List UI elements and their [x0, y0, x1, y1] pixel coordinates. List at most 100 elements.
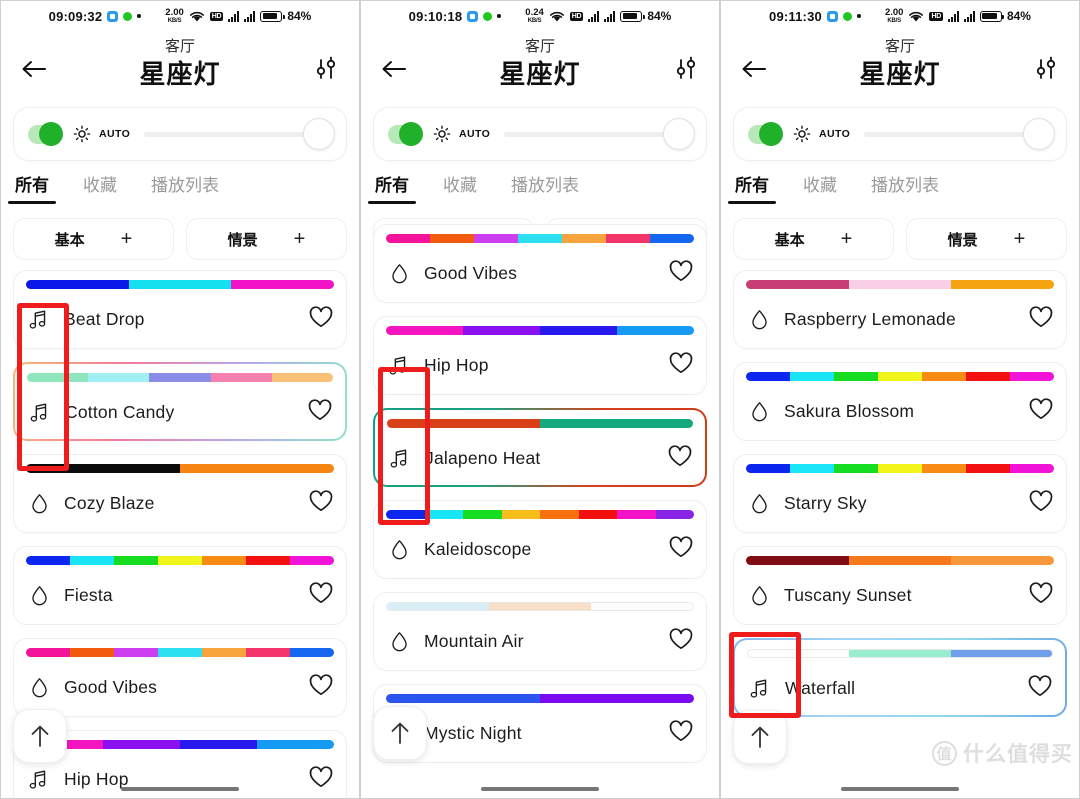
favorite-heart-icon[interactable] — [308, 581, 334, 605]
scene-card[interactable]: Fiesta — [13, 546, 347, 625]
settings-button[interactable] — [669, 49, 703, 89]
scene-card[interactable]: Starry Sky — [733, 454, 1067, 533]
favorite-heart-icon[interactable] — [668, 627, 694, 651]
color-segment — [114, 556, 158, 565]
scene-card[interactable]: Mountain Air — [373, 592, 707, 671]
scene-card[interactable]: Kaleidoscope — [373, 500, 707, 579]
signal-icon-1 — [588, 10, 600, 22]
brightness-slider[interactable] — [864, 118, 1055, 150]
tab-favorites[interactable]: 收藏 — [803, 171, 837, 204]
favorite-button[interactable] — [308, 673, 334, 702]
favorite-button[interactable] — [308, 765, 334, 794]
status-time: 09:11:30 — [769, 8, 822, 24]
tab-playlist[interactable]: 播放列表 — [871, 171, 939, 204]
favorite-button[interactable] — [668, 351, 694, 380]
favorite-button[interactable] — [668, 627, 694, 656]
favorite-heart-icon[interactable] — [308, 765, 334, 789]
tab-favorites[interactable]: 收藏 — [83, 171, 117, 204]
color-segment — [474, 234, 518, 243]
favorite-button[interactable] — [1028, 489, 1054, 518]
favorite-heart-icon[interactable] — [307, 398, 333, 422]
scroll-to-top-button[interactable] — [13, 709, 67, 763]
color-segment — [746, 556, 798, 565]
favorite-button[interactable] — [1028, 581, 1054, 610]
favorite-heart-icon[interactable] — [668, 535, 694, 559]
favorite-button[interactable] — [668, 259, 694, 288]
scene-color-bar — [386, 510, 694, 519]
favorite-button[interactable] — [667, 444, 693, 473]
brightness-slider[interactable] — [144, 118, 335, 150]
scene-card[interactable]: Cotton Candy — [13, 362, 347, 441]
favorite-button[interactable] — [307, 398, 333, 427]
tab-bar: 所有 收藏 播放列表 — [721, 171, 1079, 204]
scene-card[interactable]: Sakura Blossom — [733, 362, 1067, 441]
color-segment — [540, 603, 591, 610]
scroll-to-top-button[interactable] — [733, 710, 787, 764]
scene-card[interactable]: Tuscany Sunset — [733, 546, 1067, 625]
status-bar: 09:11:30 2.00 KB/S HD 84% — [721, 1, 1079, 31]
favorite-button[interactable] — [308, 305, 334, 334]
favorite-heart-icon[interactable] — [308, 489, 334, 513]
tab-favorites[interactable]: 收藏 — [443, 171, 477, 204]
favorite-button[interactable] — [1028, 305, 1054, 334]
favorite-heart-icon[interactable] — [668, 351, 694, 375]
power-toggle[interactable] — [28, 122, 63, 146]
favorite-heart-icon[interactable] — [308, 305, 334, 329]
favorite-heart-icon[interactable] — [1027, 674, 1053, 698]
plus-icon[interactable]: + — [121, 229, 133, 249]
chip-basic[interactable]: 基本 + — [733, 218, 894, 260]
color-segment — [27, 373, 89, 382]
scroll-to-top-button[interactable] — [373, 706, 427, 760]
music-note-icon — [26, 307, 52, 333]
scene-card[interactable]: Hip Hop — [373, 316, 707, 395]
back-button[interactable] — [17, 49, 51, 89]
chip-basic[interactable]: 基本 + — [13, 218, 174, 260]
scene-card[interactable]: Jalapeno Heat — [373, 408, 707, 487]
power-toggle[interactable] — [748, 122, 783, 146]
favorite-heart-icon[interactable] — [667, 444, 693, 468]
scene-card[interactable]: Cozy Blaze — [13, 454, 347, 533]
favorite-heart-icon[interactable] — [1028, 581, 1054, 605]
favorite-button[interactable] — [308, 581, 334, 610]
settings-button[interactable] — [309, 49, 343, 89]
favorite-button[interactable] — [668, 535, 694, 564]
brightness-slider[interactable] — [504, 118, 695, 150]
favorite-heart-icon[interactable] — [1028, 305, 1054, 329]
power-toggle[interactable] — [388, 122, 423, 146]
chip-scene[interactable]: 情景 + — [906, 218, 1067, 260]
plus-icon[interactable]: + — [841, 229, 853, 249]
favorite-heart-icon[interactable] — [1028, 397, 1054, 421]
scene-list-3[interactable]: Raspberry Lemonade Sakura Blossom Starry S… — [721, 270, 1079, 717]
tab-all[interactable]: 所有 — [8, 171, 56, 204]
scene-list-2[interactable]: Good Vibes Hip Hop Jalapeno Heat Kaleidosco… — [361, 224, 719, 763]
tab-playlist[interactable]: 播放列表 — [511, 171, 579, 204]
scene-card[interactable]: Good Vibes — [13, 638, 347, 717]
favorite-button[interactable] — [668, 719, 694, 748]
tab-all[interactable]: 所有 — [728, 171, 776, 204]
settings-button[interactable] — [1029, 49, 1063, 89]
back-button[interactable] — [737, 49, 771, 89]
auto-label: AUTO — [819, 128, 851, 140]
favorite-button[interactable] — [1028, 397, 1054, 426]
tab-playlist[interactable]: 播放列表 — [151, 171, 219, 204]
scene-card[interactable]: Raspberry Lemonade — [733, 270, 1067, 349]
scene-name: Jalapeno Heat — [425, 448, 541, 468]
scene-card[interactable]: Beat Drop — [13, 270, 347, 349]
favorite-heart-icon[interactable] — [668, 719, 694, 743]
scene-color-bar — [386, 602, 694, 611]
scene-card[interactable]: Good Vibes — [373, 224, 707, 303]
favorite-heart-icon[interactable] — [668, 259, 694, 283]
plus-icon[interactable]: + — [1014, 229, 1026, 249]
favorite-button[interactable] — [1027, 674, 1053, 703]
network-speed-value: 0.24 — [525, 7, 544, 19]
scene-card[interactable]: Waterfall — [733, 638, 1067, 717]
favorite-heart-icon[interactable] — [308, 673, 334, 697]
back-button[interactable] — [377, 49, 411, 89]
favorite-heart-icon[interactable] — [1028, 489, 1054, 513]
droplet-icon — [386, 629, 412, 655]
plus-icon[interactable]: + — [294, 229, 306, 249]
chip-scene[interactable]: 情景 + — [186, 218, 347, 260]
color-segment — [180, 740, 257, 749]
tab-all[interactable]: 所有 — [368, 171, 416, 204]
favorite-button[interactable] — [308, 489, 334, 518]
